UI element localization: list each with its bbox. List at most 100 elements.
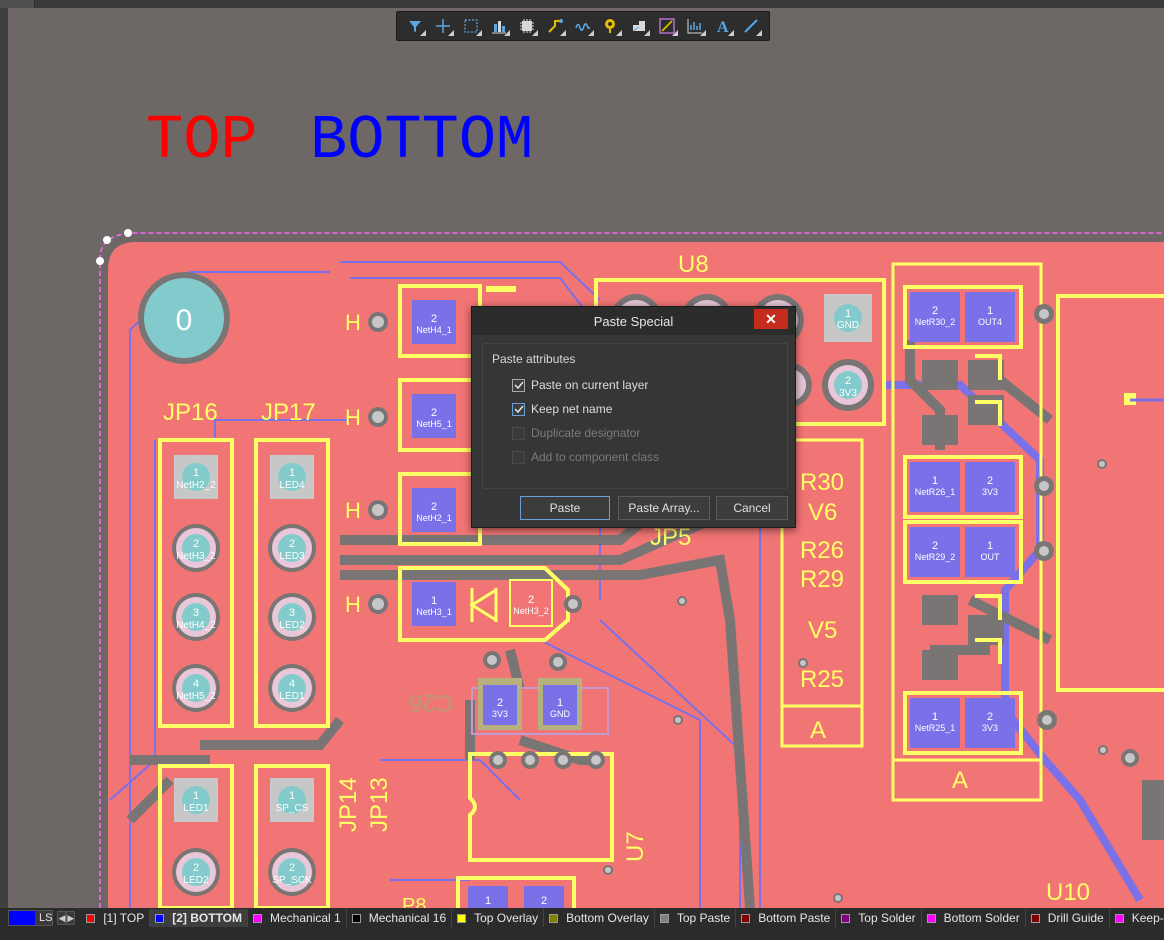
tune-icon[interactable] xyxy=(569,13,597,39)
paste-button[interactable]: Paste xyxy=(520,496,610,520)
svg-text:1: 1 xyxy=(932,711,938,723)
svg-text:2: 2 xyxy=(431,501,437,513)
select-rect-icon[interactable] xyxy=(457,13,485,39)
layer-tabs-bar: LS ◀ ▶ [1] TOP [2] BOTTOM Mechanical 1 Mech… xyxy=(0,908,1164,928)
option-keep-net-name[interactable]: Keep net name xyxy=(512,400,612,418)
svg-text:2: 2 xyxy=(289,538,295,550)
svg-text:R29: R29 xyxy=(800,566,844,593)
option-paste-on-current-layer[interactable]: Paste on current layer xyxy=(512,376,648,394)
layer-tab[interactable]: Bottom Overlay xyxy=(544,909,655,927)
option-duplicate-designator: Duplicate designator xyxy=(512,424,640,442)
close-icon: ✕ xyxy=(765,310,777,327)
layer-tab[interactable]: Keep- xyxy=(1110,909,1164,927)
layer-color-swatch xyxy=(86,913,96,923)
layer-tab[interactable]: [1] TOP xyxy=(81,909,151,927)
layer-color-swatch xyxy=(549,913,559,923)
chart-icon[interactable] xyxy=(681,13,709,39)
svg-text:4: 4 xyxy=(193,678,199,690)
chevron-right-icon[interactable]: ▶ xyxy=(66,911,76,925)
layer-tab-label: Drill Guide xyxy=(1047,911,1104,925)
layer-color-swatch xyxy=(841,913,851,923)
align-icon[interactable] xyxy=(485,13,513,39)
svg-text:R30: R30 xyxy=(800,469,844,496)
top-layer-label: TOP xyxy=(146,105,258,176)
document-tab[interactable] xyxy=(0,0,35,8)
option-label: Add to component class xyxy=(531,450,660,464)
svg-text:H: H xyxy=(345,592,361,617)
svg-text:OUT4: OUT4 xyxy=(978,317,1002,327)
svg-text:1: 1 xyxy=(987,305,993,317)
svg-text:R26: R26 xyxy=(800,537,844,564)
svg-text:2: 2 xyxy=(193,862,199,874)
jp16-pad-net: NetH5_2 xyxy=(176,691,216,702)
u10-designator: U10 xyxy=(1046,879,1090,906)
svg-text:1: 1 xyxy=(485,895,491,907)
layer-tab[interactable]: Top Overlay xyxy=(452,909,545,927)
svg-text:2: 2 xyxy=(541,895,547,907)
jp5-designator: JP5 xyxy=(650,524,691,551)
checkbox-keep-net-name[interactable] xyxy=(512,402,525,416)
component-icon[interactable] xyxy=(513,13,541,39)
svg-text:GND: GND xyxy=(550,709,571,719)
mounting-hole[interactable]: 0 xyxy=(138,272,230,364)
layer-tab[interactable]: Bottom Solder xyxy=(922,909,1026,927)
line-icon[interactable] xyxy=(737,13,765,39)
svg-text:3: 3 xyxy=(193,607,199,619)
jp17-pad-net: LED2 xyxy=(279,620,304,631)
layer-tab[interactable]: Mechanical 1 xyxy=(248,909,347,927)
svg-text:SP_CS: SP_CS xyxy=(276,803,309,814)
layer-tab-label: Mechanical 1 xyxy=(270,911,341,925)
jp16-designator: JP16 xyxy=(163,399,218,426)
c26-designator: C26 xyxy=(409,689,453,716)
close-button[interactable]: ✕ xyxy=(754,309,788,329)
jp17-designator: JP17 xyxy=(261,399,316,426)
cancel-button[interactable]: Cancel xyxy=(716,496,788,520)
svg-text:LED1: LED1 xyxy=(183,803,208,814)
outline-handle[interactable] xyxy=(124,229,132,237)
jp16-pad-net: NetH3_2 xyxy=(176,551,216,562)
layer-tab-label: Top Paste xyxy=(676,911,731,925)
svg-text:0: 0 xyxy=(176,304,193,337)
dimension-icon[interactable] xyxy=(653,13,681,39)
svg-text:H: H xyxy=(345,498,361,523)
layer-color-swatch xyxy=(741,913,751,923)
jp17-pad-net: LED3 xyxy=(279,551,304,562)
layer-tab-label: Top Overlay xyxy=(474,911,539,925)
layer-tab[interactable]: Top Paste xyxy=(655,909,737,927)
svg-text:1: 1 xyxy=(431,595,437,607)
layer-tab-label: Bottom Overlay xyxy=(566,911,649,925)
cross-icon[interactable] xyxy=(429,13,457,39)
via-icon[interactable] xyxy=(597,13,625,39)
outline-handle[interactable] xyxy=(96,257,104,265)
layer-set-button[interactable]: LS xyxy=(8,910,54,926)
layer-tab[interactable]: Bottom Paste xyxy=(736,909,837,927)
group-title: Paste attributes xyxy=(492,352,576,366)
chevron-left-icon[interactable]: ◀ xyxy=(57,911,67,925)
svg-text:A: A xyxy=(952,767,968,794)
layer-tab[interactable]: Top Solder xyxy=(836,909,922,927)
svg-text:LED2: LED2 xyxy=(183,875,208,886)
outline-handle[interactable] xyxy=(103,236,111,244)
layer-color-swatch xyxy=(1030,913,1040,923)
checkbox-paste-on-current-layer[interactable] xyxy=(512,378,525,392)
polygon-icon[interactable] xyxy=(625,13,653,39)
text-icon[interactable]: A xyxy=(709,13,737,39)
paste-array-button[interactable]: Paste Array... xyxy=(618,496,710,520)
checkbox-duplicate-designator xyxy=(512,426,525,440)
layer-tab-label: Top Solder xyxy=(858,911,916,925)
layer-tab[interactable]: Drill Guide xyxy=(1026,909,1110,927)
svg-text:GND: GND xyxy=(837,320,859,331)
filter-icon[interactable] xyxy=(401,13,429,39)
jp16-pad-net: NetH4_2 xyxy=(176,620,216,631)
active-bar-toolbar: A xyxy=(396,11,770,41)
dialog-title-bar[interactable]: Paste Special ✕ xyxy=(472,307,795,335)
svg-text:2: 2 xyxy=(987,475,993,487)
jp16-pad-number: 1 xyxy=(193,467,199,479)
layer-tab[interactable]: [2] BOTTOM xyxy=(150,909,249,927)
paste-special-dialog: Paste Special ✕ Paste attributes Paste o… xyxy=(471,306,796,528)
svg-text:2: 2 xyxy=(497,697,503,709)
svg-text:NetH4_1: NetH4_1 xyxy=(416,325,452,335)
svg-text:NetR30_2: NetR30_2 xyxy=(915,317,956,327)
route-icon[interactable] xyxy=(541,13,569,39)
layer-tab[interactable]: Mechanical 16 xyxy=(347,909,453,927)
